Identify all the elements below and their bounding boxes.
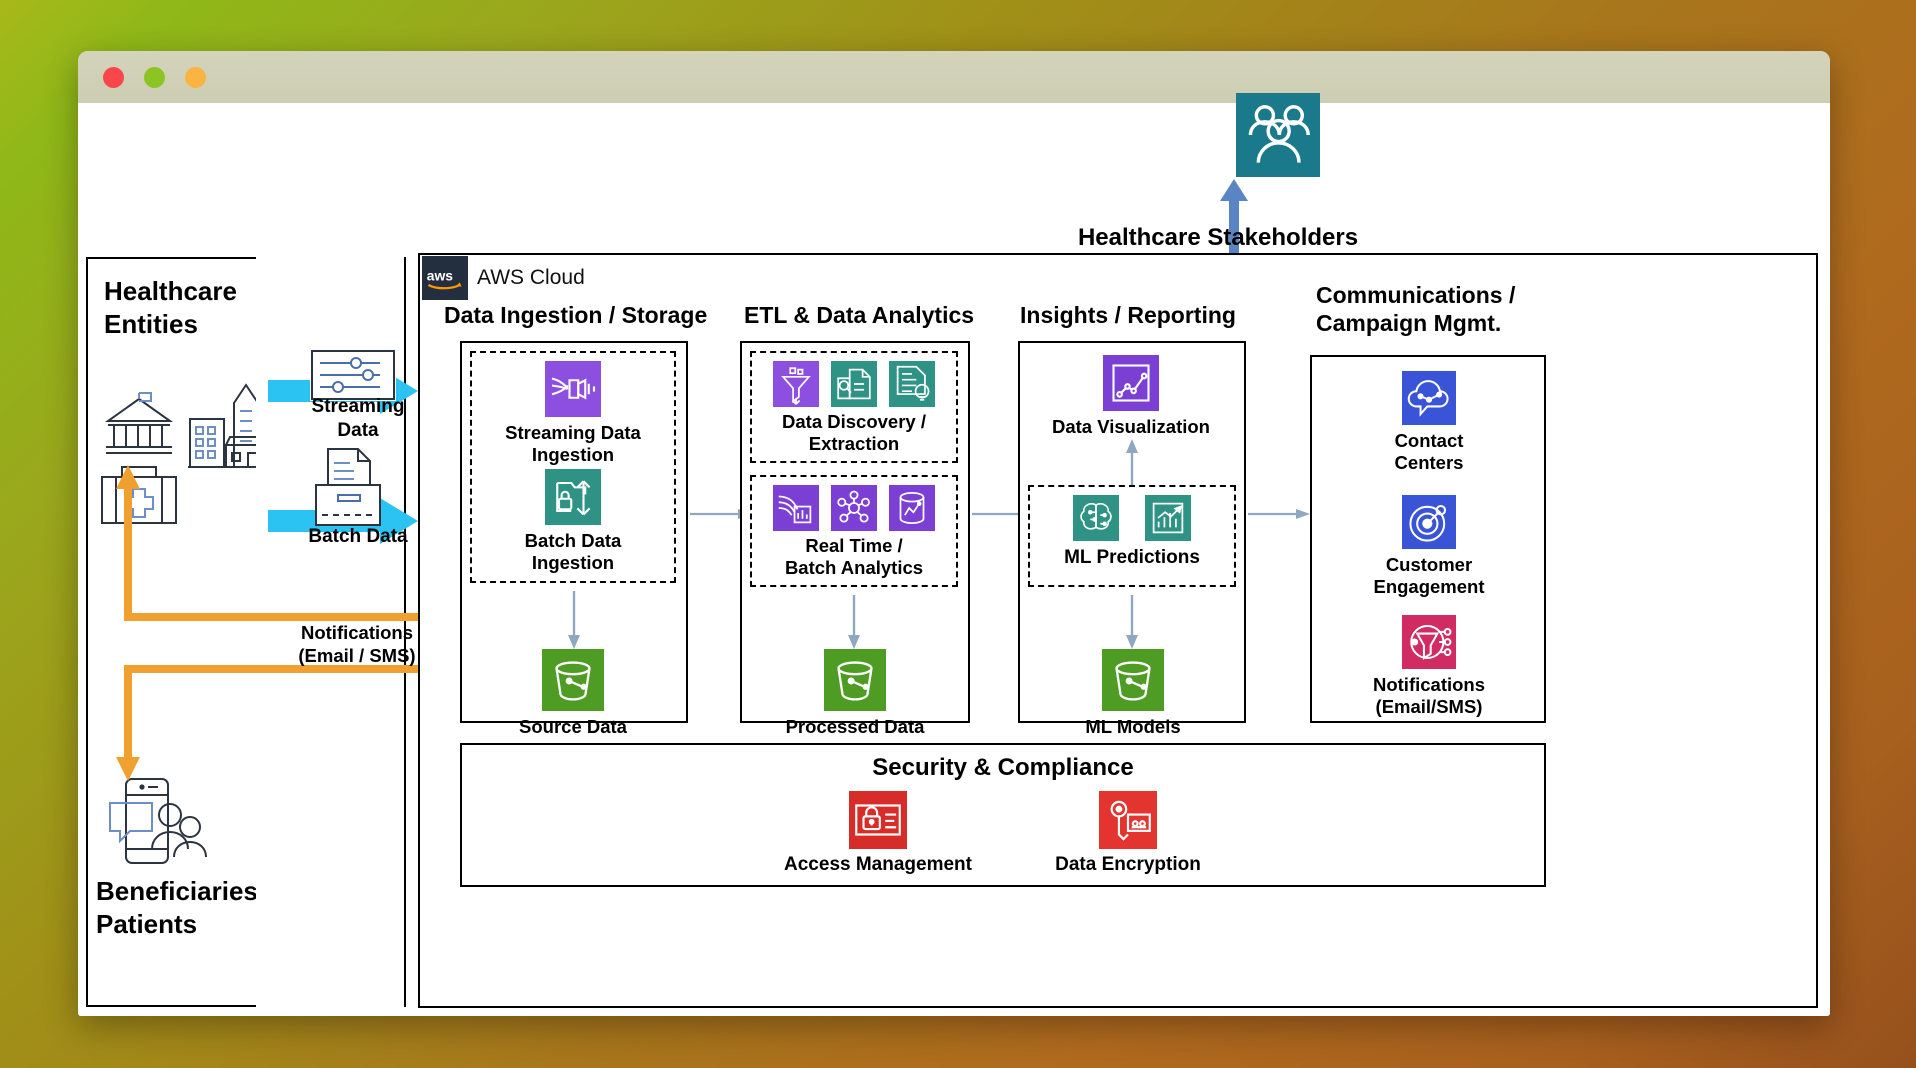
node-data-visualization[interactable]: Data Visualization bbox=[1036, 355, 1226, 438]
quicksight-chart-icon bbox=[1103, 355, 1159, 411]
window-titlebar bbox=[78, 51, 1830, 103]
pinpoint-target-icon bbox=[1402, 495, 1456, 549]
node-label: Contact Centers bbox=[1394, 430, 1464, 474]
node-access-management[interactable]: Access Management bbox=[778, 791, 978, 877]
node-label: Data Visualization bbox=[1052, 416, 1210, 437]
node-label: Streaming Data Ingestion bbox=[505, 422, 641, 466]
analytics-icon-row bbox=[752, 477, 956, 531]
svg-text:aws: aws bbox=[427, 268, 454, 284]
s3-bucket-icon bbox=[542, 649, 604, 711]
etl-to-processed-arrow bbox=[846, 595, 862, 654]
node-customer-engagement[interactable]: Customer Engagement bbox=[1334, 495, 1524, 598]
sns-notify-icon bbox=[1402, 615, 1456, 669]
datasync-batch-icon bbox=[545, 469, 601, 525]
s3-bucket-icon bbox=[824, 649, 886, 711]
node-contact-centers[interactable]: Contact Centers bbox=[1334, 371, 1524, 474]
healthcare-stakeholders bbox=[1188, 93, 1368, 177]
ml-icon-row bbox=[1030, 487, 1234, 541]
discovery-icon-row bbox=[752, 353, 956, 407]
forecast-chart-icon bbox=[1145, 495, 1191, 541]
node-label: Batch Data Ingestion bbox=[524, 530, 622, 574]
streaming-data-label: Streaming Data bbox=[311, 396, 405, 441]
diagram-canvas: Healthcare Stakeholders Healthcare Entit… bbox=[78, 93, 1830, 1016]
streaming-sliders-icon bbox=[310, 349, 396, 401]
column-title-communications: Communications / Campaign Mgmt. bbox=[1316, 282, 1516, 337]
s3-bucket-icon bbox=[1102, 649, 1164, 711]
ingestion-to-source-arrow bbox=[566, 591, 582, 654]
node-ml-models[interactable]: ML Models bbox=[1038, 649, 1228, 738]
node-label: ML Models bbox=[1085, 716, 1181, 737]
node-label: Notifications (Email/SMS) bbox=[1372, 674, 1486, 718]
close-button[interactable] bbox=[103, 66, 124, 88]
node-data-encryption[interactable]: Data Encryption bbox=[1028, 791, 1228, 877]
redshift-db-icon bbox=[889, 485, 935, 531]
group-label: Data Discovery / Extraction bbox=[782, 411, 926, 454]
connect-cloud-icon bbox=[1402, 371, 1456, 425]
node-label: Customer Engagement bbox=[1373, 554, 1485, 598]
node-processed-data[interactable]: Processed Data bbox=[760, 649, 950, 738]
etl-analytics-group: Real Time / Batch Analytics bbox=[750, 475, 958, 587]
notification-arrowhead-down bbox=[116, 755, 140, 786]
ml-predictions-group: ML Predictions bbox=[1028, 485, 1236, 587]
node-label: Source Data bbox=[519, 716, 627, 737]
iam-lock-icon bbox=[849, 791, 907, 849]
kinesis-streaming-icon bbox=[545, 361, 601, 417]
security-compliance-title: Security & Compliance bbox=[872, 754, 1134, 781]
group-label: ML Predictions bbox=[1064, 547, 1200, 568]
sagemaker-brain-icon bbox=[1073, 495, 1119, 541]
node-batch-data-ingestion[interactable]: Batch Data Ingestion bbox=[478, 469, 668, 574]
stakeholders-label: Healthcare Stakeholders bbox=[1077, 224, 1359, 251]
comprehend-doc-icon bbox=[889, 361, 935, 407]
node-label: Data Encryption bbox=[1055, 854, 1201, 875]
aws-cloud-badge: aws AWS Cloud bbox=[422, 256, 585, 300]
group-label: Real Time / Batch Analytics bbox=[784, 535, 924, 578]
users-icon bbox=[1236, 93, 1320, 177]
glue-funnel-icon bbox=[773, 361, 819, 407]
file-drawer-icon bbox=[308, 445, 388, 531]
node-notifications[interactable]: Notifications (Email/SMS) bbox=[1334, 615, 1524, 718]
node-label: Processed Data bbox=[785, 716, 925, 737]
column-title-insights: Insights / Reporting bbox=[1020, 302, 1236, 328]
maximize-button[interactable] bbox=[185, 66, 206, 88]
ml-to-models-arrow bbox=[1124, 595, 1140, 654]
mobile-people-icon bbox=[104, 775, 210, 867]
column-title-ingestion: Data Ingestion / Storage bbox=[444, 302, 708, 328]
emr-analytics-icon bbox=[773, 485, 819, 531]
node-streaming-data-ingestion[interactable]: Streaming Data Ingestion bbox=[478, 361, 668, 466]
aws-logo: aws bbox=[422, 256, 468, 300]
minimize-button[interactable] bbox=[144, 66, 165, 88]
insights-to-communications-arrow bbox=[1248, 507, 1310, 526]
node-source-data[interactable]: Source Data bbox=[478, 649, 668, 738]
node-label: Access Management bbox=[784, 854, 972, 875]
etl-discovery-group: Data Discovery / Extraction bbox=[750, 351, 958, 463]
notification-path-upper-horizontal bbox=[124, 613, 424, 621]
app-window: Healthcare Stakeholders Healthcare Entit… bbox=[78, 51, 1830, 1016]
glue-nodes-icon bbox=[831, 485, 877, 531]
notification-arrowhead-up bbox=[116, 465, 140, 496]
notification-path-lower-vertical bbox=[124, 665, 132, 765]
textract-doc-icon bbox=[831, 361, 877, 407]
notification-path-upper-vertical bbox=[124, 485, 132, 617]
aws-cloud-label: AWS Cloud bbox=[477, 266, 585, 289]
kms-key-icon bbox=[1099, 791, 1157, 849]
government-building-icon bbox=[102, 391, 176, 457]
